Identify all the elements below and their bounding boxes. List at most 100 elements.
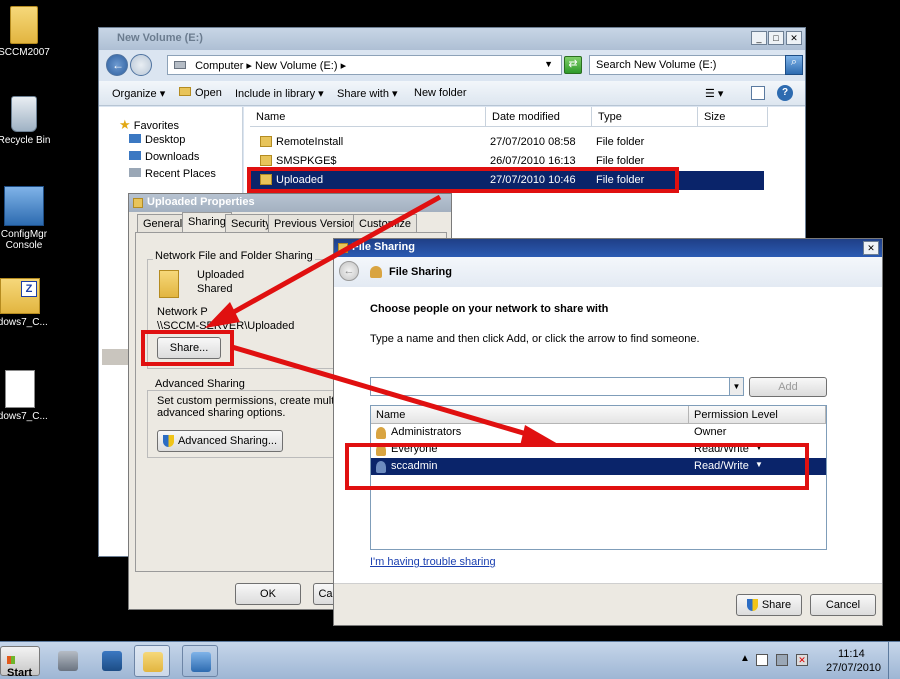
taskbar-server-manager[interactable] [50,645,86,677]
desktop-icon-label: ConfigMgr Console [0,229,48,251]
cancel-button[interactable]: Cancel [810,594,876,616]
advanced-sharing-button[interactable]: Advanced Sharing... [157,430,283,452]
network-icon[interactable] [776,654,788,666]
file-sharing-header: ← File Sharing [334,257,882,287]
background-window-strip [102,349,128,365]
nav-recent-places[interactable]: Recent Places [129,168,216,180]
explorer-titlebar[interactable]: New Volume (E:) [99,28,805,50]
window-title: New Volume (E:) [117,32,203,44]
view-options-icon[interactable]: ☰ ▾ [705,87,723,100]
document-icon [5,370,35,408]
open-button[interactable]: Open [179,87,222,99]
close-button[interactable]: ✕ [786,31,802,45]
uac-shield-icon [746,599,758,612]
properties-titlebar[interactable]: Uploaded Properties [129,194,451,212]
tab-general[interactable]: General [137,214,189,232]
back-button[interactable]: ← [339,261,359,281]
minimize-button[interactable]: _ [751,31,767,45]
network-path-label: Network P [157,306,208,318]
share-confirm-button[interactable]: Share [736,594,802,616]
folder-icon [133,198,143,208]
folder-icon [338,243,348,253]
recycle-bin-icon [11,96,37,132]
search-input[interactable]: Search New Volume (E:) [589,55,787,75]
ok-button[interactable]: OK [235,583,301,605]
desktop-icon-recycle-bin[interactable]: Recycle Bin [0,96,54,146]
desktop-icon [129,134,141,143]
preview-pane-icon[interactable] [751,86,765,100]
breadcrumb-volume[interactable]: New Volume (E:) [255,60,338,72]
maximize-button[interactable]: □ [768,31,784,45]
desktop-icon-label: ndows7_C... [0,411,48,422]
star-icon: ★ [119,117,131,132]
folder-icon [10,6,38,44]
advanced-sharing-description-2: advanced sharing options. [157,407,286,419]
chevron-down-icon[interactable]: ▼ [544,59,553,69]
column-header-size[interactable]: Size [698,107,768,127]
nav-favorites[interactable]: ★ Favorites [119,117,179,133]
tab-customize[interactable]: Customize [353,214,417,232]
forward-button[interactable] [130,54,152,76]
network-sharing-group-label: Network File and Folder Sharing [153,250,315,262]
group-icon [376,427,386,439]
file-sharing-footer: Share Cancel [334,583,882,625]
taskbar-powershell[interactable] [94,645,130,677]
flag-icon[interactable] [756,654,768,666]
desktop-icon-label: ndows7_C... [0,317,48,328]
new-folder-button[interactable]: New folder [414,87,467,99]
notification-area: ▲ ✕ [736,650,816,672]
powershell-icon [102,651,122,671]
clock-date[interactable]: 27/07/2010 [826,662,881,674]
breadcrumb[interactable]: Computer ▸ New Volume (E:) ▸ ▼ [167,55,562,75]
column-header-name[interactable]: Name [250,107,486,127]
trouble-sharing-link[interactable]: I'm having trouble sharing [370,556,496,568]
nav-desktop[interactable]: Desktop [129,134,185,146]
folder-icon [260,155,272,166]
breadcrumb-computer[interactable]: Computer [195,60,243,72]
chevron-down-icon[interactable]: ▼ [729,378,743,395]
nav-downloads[interactable]: Downloads [129,151,199,163]
desktop-icon-configmgr[interactable]: ConfigMgr Console [0,186,54,251]
add-button[interactable]: Add [749,377,827,397]
include-in-library-button[interactable]: Include in library ▾ [235,87,324,100]
organize-button[interactable]: Organize ▾ [112,87,165,100]
server-manager-icon [58,651,78,671]
help-icon[interactable]: ? [777,85,793,101]
uac-shield-icon [162,435,174,448]
address-bar-row: ← Computer ▸ New Volume (E:) ▸ ▼ ⇄ Searc… [99,51,805,81]
start-button[interactable]: Start [0,646,40,679]
taskbar-explorer[interactable] [134,645,170,677]
windows-logo-icon [7,656,15,664]
clock-time[interactable]: 11:14 [838,648,865,660]
shared-folder-name: Uploaded [197,269,245,281]
volume-muted-icon[interactable]: ✕ [796,654,808,666]
column-header-type[interactable]: Type [592,107,698,127]
explorer-icon [143,652,163,672]
show-desktop-button[interactable] [888,642,900,679]
user-combo-input[interactable]: ▼ [370,377,744,396]
column-header-date[interactable]: Date modified [486,107,592,127]
file-sharing-titlebar[interactable]: File Sharing [334,239,882,257]
chevron-up-icon[interactable]: ▲ [740,653,750,664]
advanced-sharing-group-label: Advanced Sharing [153,378,247,390]
search-icon[interactable]: ⌕ [785,55,803,75]
desktop-icon-label: SCCM2007 [0,47,50,58]
file-sharing-header-title: File Sharing [389,266,452,278]
close-button[interactable]: ✕ [863,241,879,255]
desktop-icon-windows7-zip[interactable]: ndows7_C... [0,278,50,328]
refresh-icon[interactable]: ⇄ [564,56,582,74]
share-heading: Choose people on your network to share w… [370,303,609,315]
taskbar-configmgr[interactable] [182,645,218,677]
back-button[interactable]: ← [106,54,128,76]
file-row[interactable]: RemoteInstall 27/07/2010 08:58 File fold… [250,133,764,152]
share-with-button[interactable]: Share with ▾ [337,87,398,100]
recent-places-icon [129,168,141,177]
configmgr-console-icon [191,652,211,672]
column-header-name[interactable]: Name [371,406,689,424]
column-header-permission[interactable]: Permission Level [689,406,826,424]
folder-icon [260,136,272,147]
list-item[interactable]: Administrators Owner [371,424,826,441]
zip-folder-icon [0,278,40,314]
desktop-icon-windows7-doc[interactable]: ndows7_C... [0,370,50,422]
desktop-icon-sccm2007[interactable]: SCCM2007 [0,6,54,58]
